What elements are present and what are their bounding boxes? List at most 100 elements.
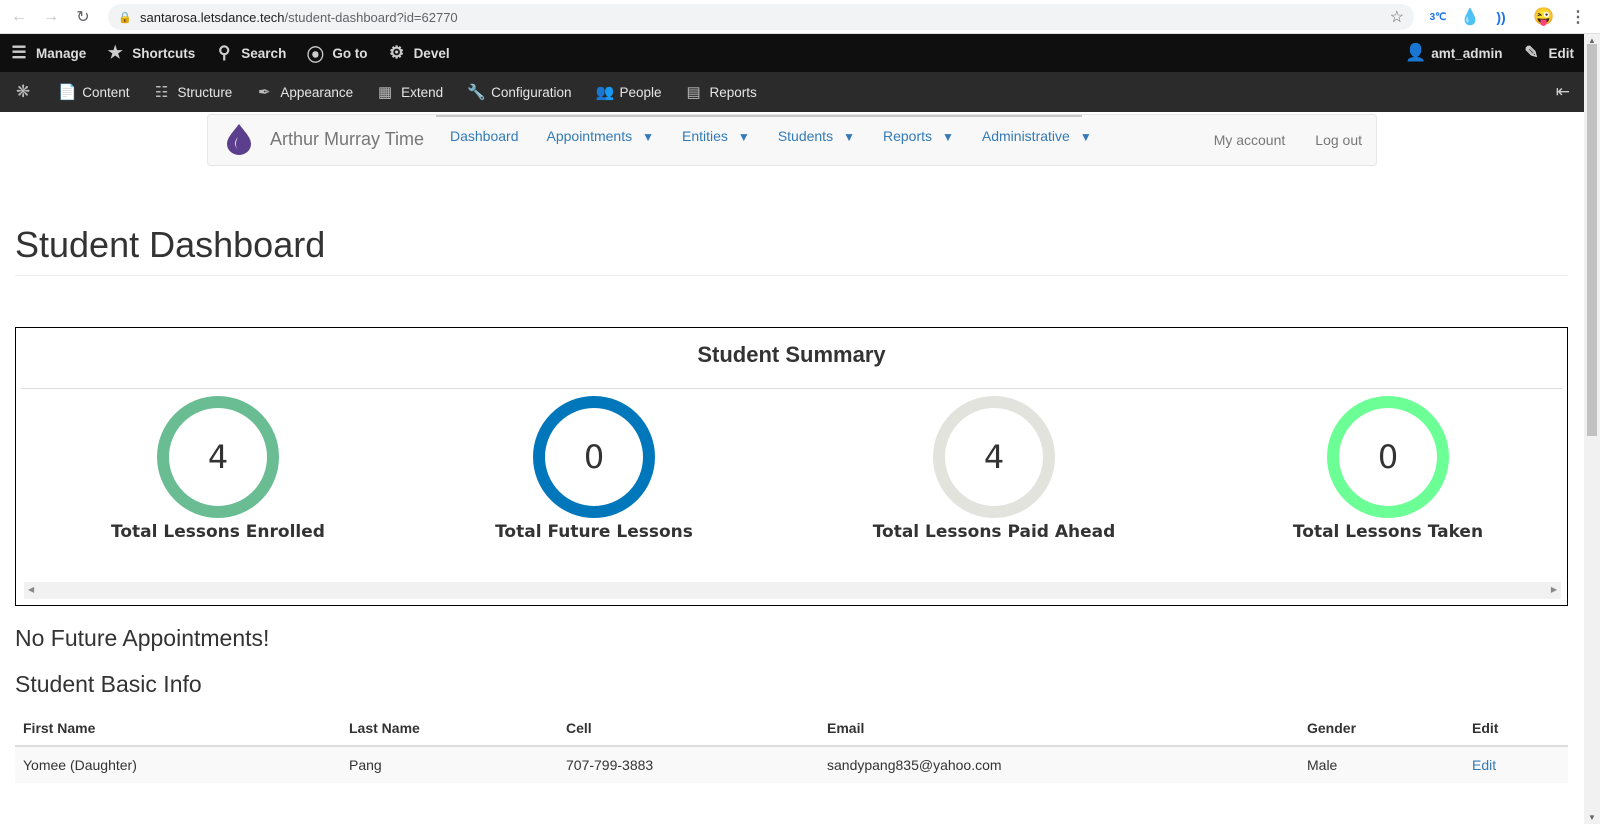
edit-student-link[interactable]: Edit xyxy=(1472,757,1496,773)
drop-logo-icon xyxy=(224,123,254,155)
toolbar-shortcuts[interactable]: ★ Shortcuts xyxy=(96,34,205,72)
tray-label: Content xyxy=(82,84,130,100)
audio-extension-icon[interactable]: )) xyxy=(1489,5,1513,29)
url-text: santarosa.letsdance.tech/student-dashboa… xyxy=(140,9,458,25)
caret-down-icon: ▼ xyxy=(737,130,750,144)
stat-label: Total Lessons Taken xyxy=(1292,522,1484,542)
cell-edit: Edit xyxy=(1464,745,1568,783)
address-bar[interactable]: 🔒 santarosa.letsdance.tech/student-dashb… xyxy=(108,4,1414,30)
brush-icon: ✒ xyxy=(258,84,271,101)
tray-label: Appearance xyxy=(280,84,354,100)
summary-horizontal-scrollbar[interactable]: ◀ ▶ xyxy=(24,582,1561,599)
toolbar-user[interactable]: 👤 amt_admin xyxy=(1395,34,1512,72)
toolbar-goto[interactable]: ⦿ Go to xyxy=(296,34,377,72)
stat-label: Total Lessons Paid Ahead xyxy=(872,522,1116,542)
stat-value: 4 xyxy=(983,438,1005,476)
title-divider xyxy=(15,275,1568,276)
stat-lessons-paid-ahead: 4 Total Lessons Paid Ahead xyxy=(864,396,1124,542)
gear-icon: ⚙ xyxy=(388,43,405,62)
toolbar-edit-label: Edit xyxy=(1548,45,1575,61)
my-account-link[interactable]: My account xyxy=(1214,132,1286,148)
student-summary-panel: Student Summary 4 Total Lessons Enrolled… xyxy=(15,327,1568,606)
menu-students[interactable]: Students ▼ xyxy=(764,117,869,167)
menu-label: Appointments xyxy=(546,128,633,144)
reload-icon[interactable]: ↻ xyxy=(70,4,96,30)
cell-gender: Male xyxy=(1299,745,1464,783)
main-menu: Dashboard Appointments ▼ Entities ▼ Studen… xyxy=(436,115,1092,167)
sitemap-icon: ☷ xyxy=(154,84,169,101)
scrollbar-thumb[interactable] xyxy=(1587,44,1597,436)
table-row: Yomee (Daughter) Pang 707-799-3883 sandy… xyxy=(15,745,1568,783)
search-icon: ⚲ xyxy=(218,43,231,62)
stat-lessons-enrolled: 4 Total Lessons Enrolled xyxy=(88,396,348,542)
drupal-extension-icon[interactable]: 💧 xyxy=(1458,5,1482,29)
menu-entities[interactable]: Entities ▼ xyxy=(668,117,764,167)
menu-label: Students xyxy=(777,128,834,144)
caret-down-icon: ▼ xyxy=(942,130,954,144)
student-info-table: First Name Last Name Cell Email Gender E… xyxy=(15,710,1568,783)
collapse-tray-icon[interactable]: ⇤ xyxy=(1544,72,1584,112)
page-scrollbar[interactable]: ▲ ▼ xyxy=(1584,34,1600,824)
document-icon: 📄 xyxy=(58,84,77,101)
bookmark-star-icon[interactable]: ☆ xyxy=(1390,7,1404,27)
page-title: Student Dashboard xyxy=(15,224,326,265)
toolbar-user-label: amt_admin xyxy=(1431,45,1503,61)
scroll-down-arrow-icon[interactable]: ▼ xyxy=(1588,813,1596,822)
tray-item-configuration[interactable]: 🔧 Configuration xyxy=(455,72,583,112)
stat-value: 0 xyxy=(1377,438,1399,476)
forward-icon[interactable]: → xyxy=(38,4,64,30)
drupal-home-icon[interactable]: ❋ xyxy=(0,72,46,112)
toolbar-search[interactable]: ⚲ Search xyxy=(205,34,296,72)
profile-avatar[interactable]: 😜 xyxy=(1532,5,1556,29)
browser-menu-icon[interactable]: ⋮ xyxy=(1566,5,1590,29)
caret-down-icon: ▼ xyxy=(1079,130,1092,144)
cell-phone: 707-799-3883 xyxy=(558,745,819,783)
menu-label: Entities xyxy=(682,128,728,144)
hamburger-icon: ☰ xyxy=(11,43,27,62)
stat-ring: 4 xyxy=(933,396,1055,518)
cell-first-name: Yomee (Daughter) xyxy=(15,745,341,783)
cell-email: sandypang835@yahoo.com xyxy=(819,745,1299,783)
tray-item-content[interactable]: 📄 Content xyxy=(46,72,141,112)
column-header: Edit xyxy=(1464,710,1568,747)
menu-appointments[interactable]: Appointments ▼ xyxy=(533,117,669,167)
tray-item-structure[interactable]: ☷ Structure xyxy=(142,72,245,112)
toolbar-label: Devel xyxy=(413,45,450,61)
summary-divider xyxy=(21,388,1562,389)
basic-info-heading: Student Basic Info xyxy=(15,671,202,697)
scroll-left-arrow-icon[interactable]: ◀ xyxy=(28,585,34,594)
toolbar-edit[interactable]: ✎ Edit xyxy=(1513,34,1585,72)
tray-item-people[interactable]: 👥 People xyxy=(583,72,673,112)
column-header: Last Name xyxy=(341,710,558,747)
user-icon: 👤 xyxy=(1405,43,1427,62)
toolbar-label: Search xyxy=(241,45,287,61)
tray-item-appearance[interactable]: ✒ Appearance xyxy=(244,72,365,112)
menu-reports[interactable]: Reports ▼ xyxy=(869,117,968,167)
tray-item-reports[interactable]: ▤ Reports xyxy=(674,72,769,112)
account-links: My account Log out xyxy=(1184,132,1362,148)
brand-name: Arthur Murray Time xyxy=(270,128,425,149)
toolbar-devel[interactable]: ⚙ Devel xyxy=(378,34,460,72)
stat-ring: 0 xyxy=(533,396,655,518)
back-icon[interactable]: ← xyxy=(6,4,32,30)
site-brand[interactable]: Arthur Murray Time xyxy=(224,123,424,155)
menu-label: Dashboard xyxy=(450,128,519,144)
goto-icon: ⦿ xyxy=(306,45,324,65)
toolbar-label: Shortcuts xyxy=(132,45,196,61)
toolbar-manage[interactable]: ☰ Manage xyxy=(0,34,96,72)
table-header-row: First Name Last Name Cell Email Gender E… xyxy=(15,710,1568,747)
menu-administrative[interactable]: Administrative ▼ xyxy=(968,117,1106,167)
column-header: First Name xyxy=(15,710,341,747)
stat-future-lessons: 0 Total Future Lessons xyxy=(464,396,724,542)
summary-title: Student Summary xyxy=(697,342,886,367)
menu-dashboard[interactable]: Dashboard xyxy=(436,117,533,167)
bar-chart-icon: ▤ xyxy=(686,84,701,101)
no-appointments-message: No Future Appointments! xyxy=(15,625,270,651)
tray-item-extend[interactable]: ▦ Extend xyxy=(365,72,455,112)
lock-icon: 🔒 xyxy=(118,11,132,24)
site-navbar: Arthur Murray Time Dashboard Appointment… xyxy=(207,114,1377,166)
scroll-right-arrow-icon[interactable]: ▶ xyxy=(1551,585,1557,594)
menu-label: Administrative xyxy=(981,128,1070,144)
weather-extension-icon[interactable]: 3℃ xyxy=(1426,5,1450,29)
log-out-link[interactable]: Log out xyxy=(1315,132,1362,148)
